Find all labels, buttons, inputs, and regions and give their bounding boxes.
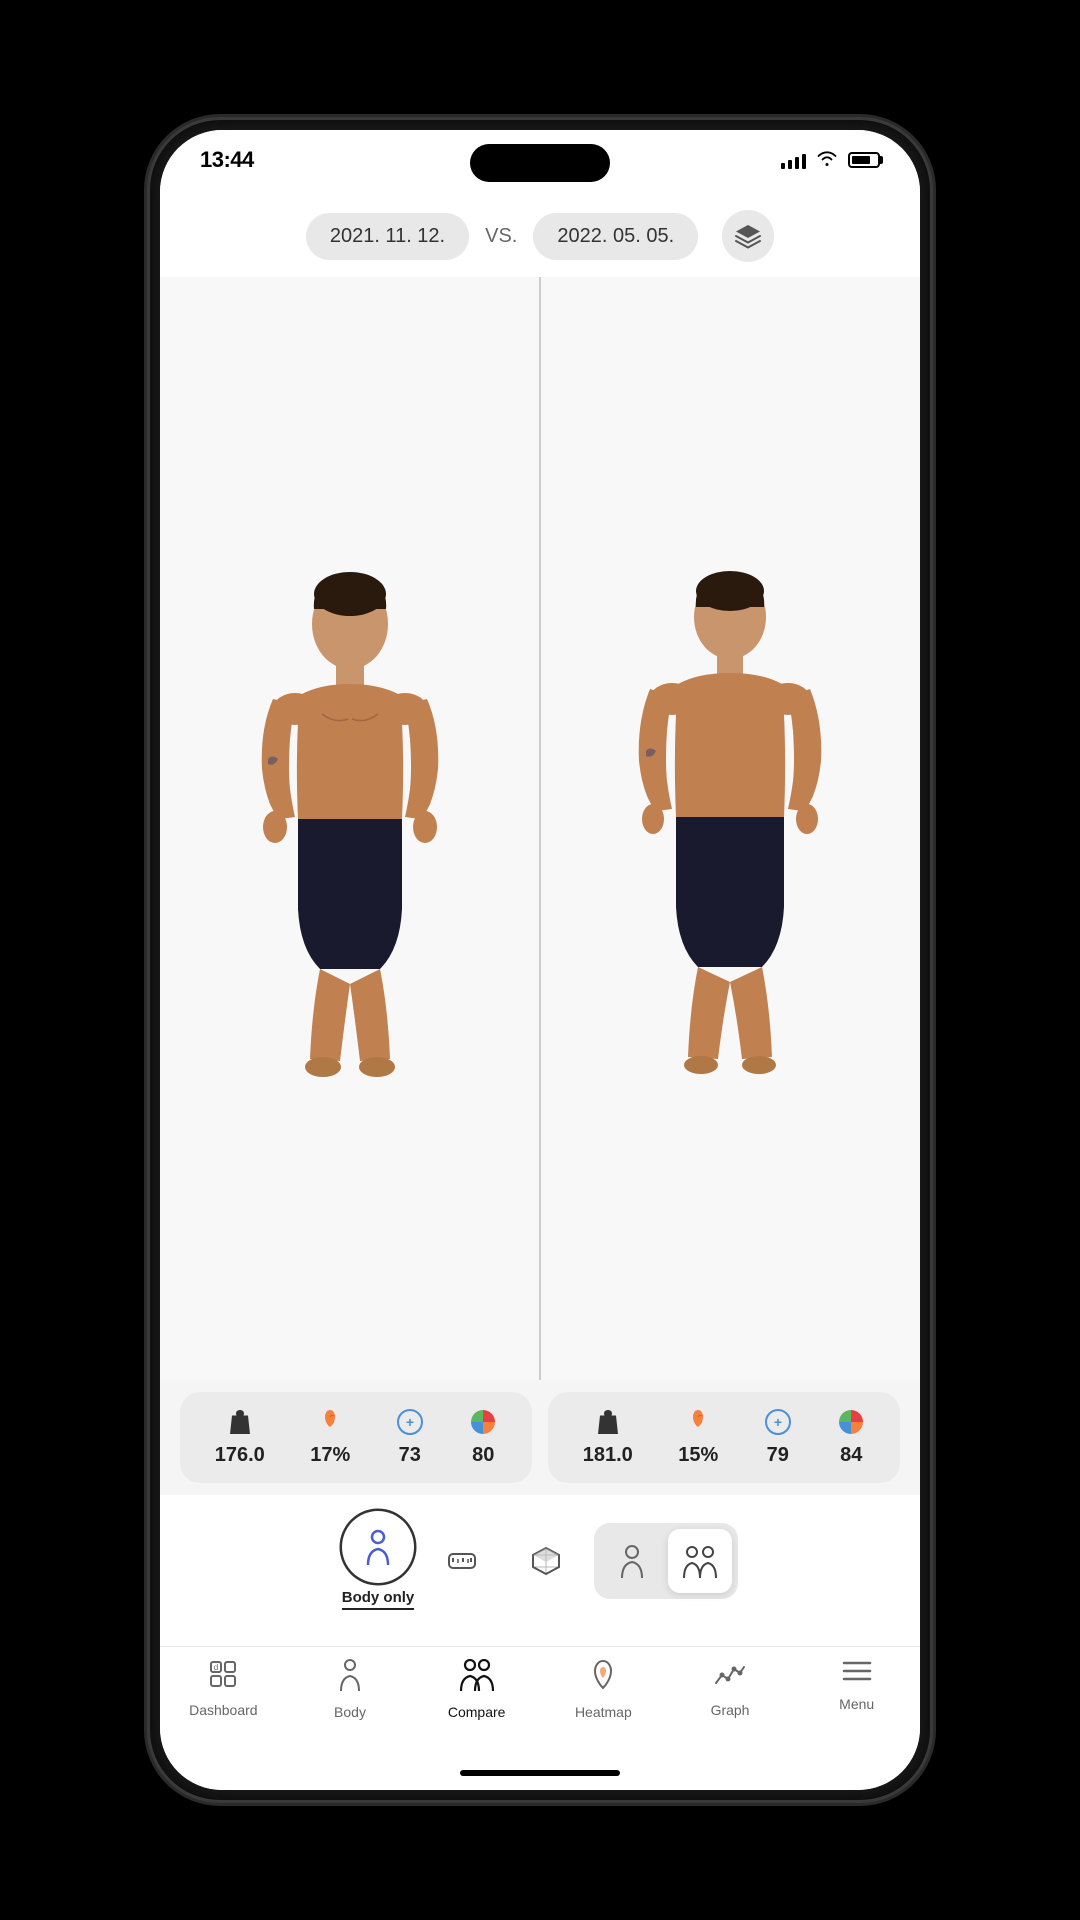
home-bar <box>460 1770 620 1776</box>
single-view-button[interactable] <box>600 1529 664 1593</box>
view-mode-group <box>594 1523 738 1599</box>
main-content: 2021. 11. 12. VS. 2022. 05. 05. <box>160 190 920 1646</box>
screen: 13:44 <box>160 130 920 1790</box>
svg-text:+: + <box>406 1414 414 1430</box>
right-weight-value: 181.0 <box>583 1444 633 1467</box>
left-fat: 17% <box>310 1408 350 1467</box>
body-figure-left <box>240 569 460 1089</box>
tab-graph-label: Graph <box>711 1702 750 1718</box>
compare-view-button[interactable] <box>668 1529 732 1593</box>
left-fat-value: 17% <box>310 1444 350 1467</box>
body-only-label: Body only <box>342 1589 415 1610</box>
phone-frame: 13:44 <box>150 120 930 1800</box>
left-muscle-value: 73 <box>399 1444 421 1467</box>
graph-icon <box>714 1659 746 1696</box>
compare-left <box>160 277 540 1380</box>
left-muscle: + 73 <box>396 1408 424 1467</box>
right-score-value: 84 <box>840 1444 862 1467</box>
left-weight-value: 176.0 <box>215 1444 265 1467</box>
right-score: 84 <box>837 1408 865 1467</box>
view-toolbar: Body only <box>160 1495 920 1646</box>
wifi-icon <box>816 149 838 172</box>
tab-dashboard[interactable]: d Dashboard <box>160 1659 287 1718</box>
tab-dashboard-label: Dashboard <box>189 1702 258 1718</box>
fat-icon-left <box>320 1408 340 1440</box>
stats-bar: 176.0 17% + 73 <box>160 1380 920 1495</box>
tab-graph[interactable]: Graph <box>667 1659 794 1718</box>
status-time: 13:44 <box>200 147 254 173</box>
weight-icon-left <box>229 1408 251 1440</box>
weight-icon-right <box>597 1408 619 1440</box>
right-weight: 181.0 <box>583 1408 633 1467</box>
dynamic-island <box>470 144 610 182</box>
compare-icon <box>459 1659 495 1698</box>
tab-compare-label: Compare <box>448 1704 506 1720</box>
menu-icon <box>842 1659 872 1690</box>
status-icons <box>781 149 880 172</box>
heatmap-icon <box>588 1659 618 1698</box>
date-header: 2021. 11. 12. VS. 2022. 05. 05. <box>160 190 920 277</box>
body-only-button[interactable] <box>342 1511 414 1583</box>
vs-label: VS. <box>485 225 517 248</box>
date-right[interactable]: 2022. 05. 05. <box>533 213 698 260</box>
muscle-icon-left: + <box>396 1408 424 1440</box>
signal-icon <box>781 151 806 169</box>
tab-bar: d Dashboard Body <box>160 1646 920 1756</box>
tab-body-label: Body <box>334 1704 366 1720</box>
home-indicator <box>160 1756 920 1790</box>
tab-body[interactable]: Body <box>287 1659 414 1720</box>
layers-button[interactable] <box>722 210 774 262</box>
compare-right <box>540 277 920 1380</box>
right-stats-card: 181.0 15% + 79 <box>548 1392 900 1483</box>
right-muscle-value: 79 <box>767 1444 789 1467</box>
left-stats-card: 176.0 17% + 73 <box>180 1392 532 1483</box>
toolbar-wrapper: Body only <box>342 1511 739 1638</box>
date-left[interactable]: 2021. 11. 12. <box>306 213 469 260</box>
3d-view-button[interactable] <box>510 1525 582 1597</box>
tape-measure-button[interactable] <box>426 1525 498 1597</box>
left-score-value: 80 <box>472 1444 494 1467</box>
left-score: 80 <box>469 1408 497 1467</box>
compare-area <box>160 277 920 1380</box>
svg-text:+: + <box>774 1414 782 1430</box>
muscle-icon-right: + <box>764 1408 792 1440</box>
left-weight: 176.0 <box>215 1408 265 1467</box>
body-figure-right <box>620 569 840 1089</box>
body-icon <box>336 1659 364 1698</box>
score-icon-right <box>837 1408 865 1440</box>
tab-menu-label: Menu <box>839 1696 874 1712</box>
svg-text:d: d <box>214 1663 218 1672</box>
right-fat-value: 15% <box>678 1444 718 1467</box>
divider-line <box>539 277 541 1380</box>
fat-icon-right <box>688 1408 708 1440</box>
dashboard-icon: d <box>208 1659 238 1696</box>
tab-menu[interactable]: Menu <box>793 1659 920 1712</box>
tab-heatmap-label: Heatmap <box>575 1704 632 1720</box>
score-icon-left <box>469 1408 497 1440</box>
right-muscle: + 79 <box>764 1408 792 1467</box>
tab-compare[interactable]: Compare <box>413 1659 540 1720</box>
right-fat: 15% <box>678 1408 718 1467</box>
battery-icon <box>848 152 880 168</box>
tab-heatmap[interactable]: Heatmap <box>540 1659 667 1720</box>
